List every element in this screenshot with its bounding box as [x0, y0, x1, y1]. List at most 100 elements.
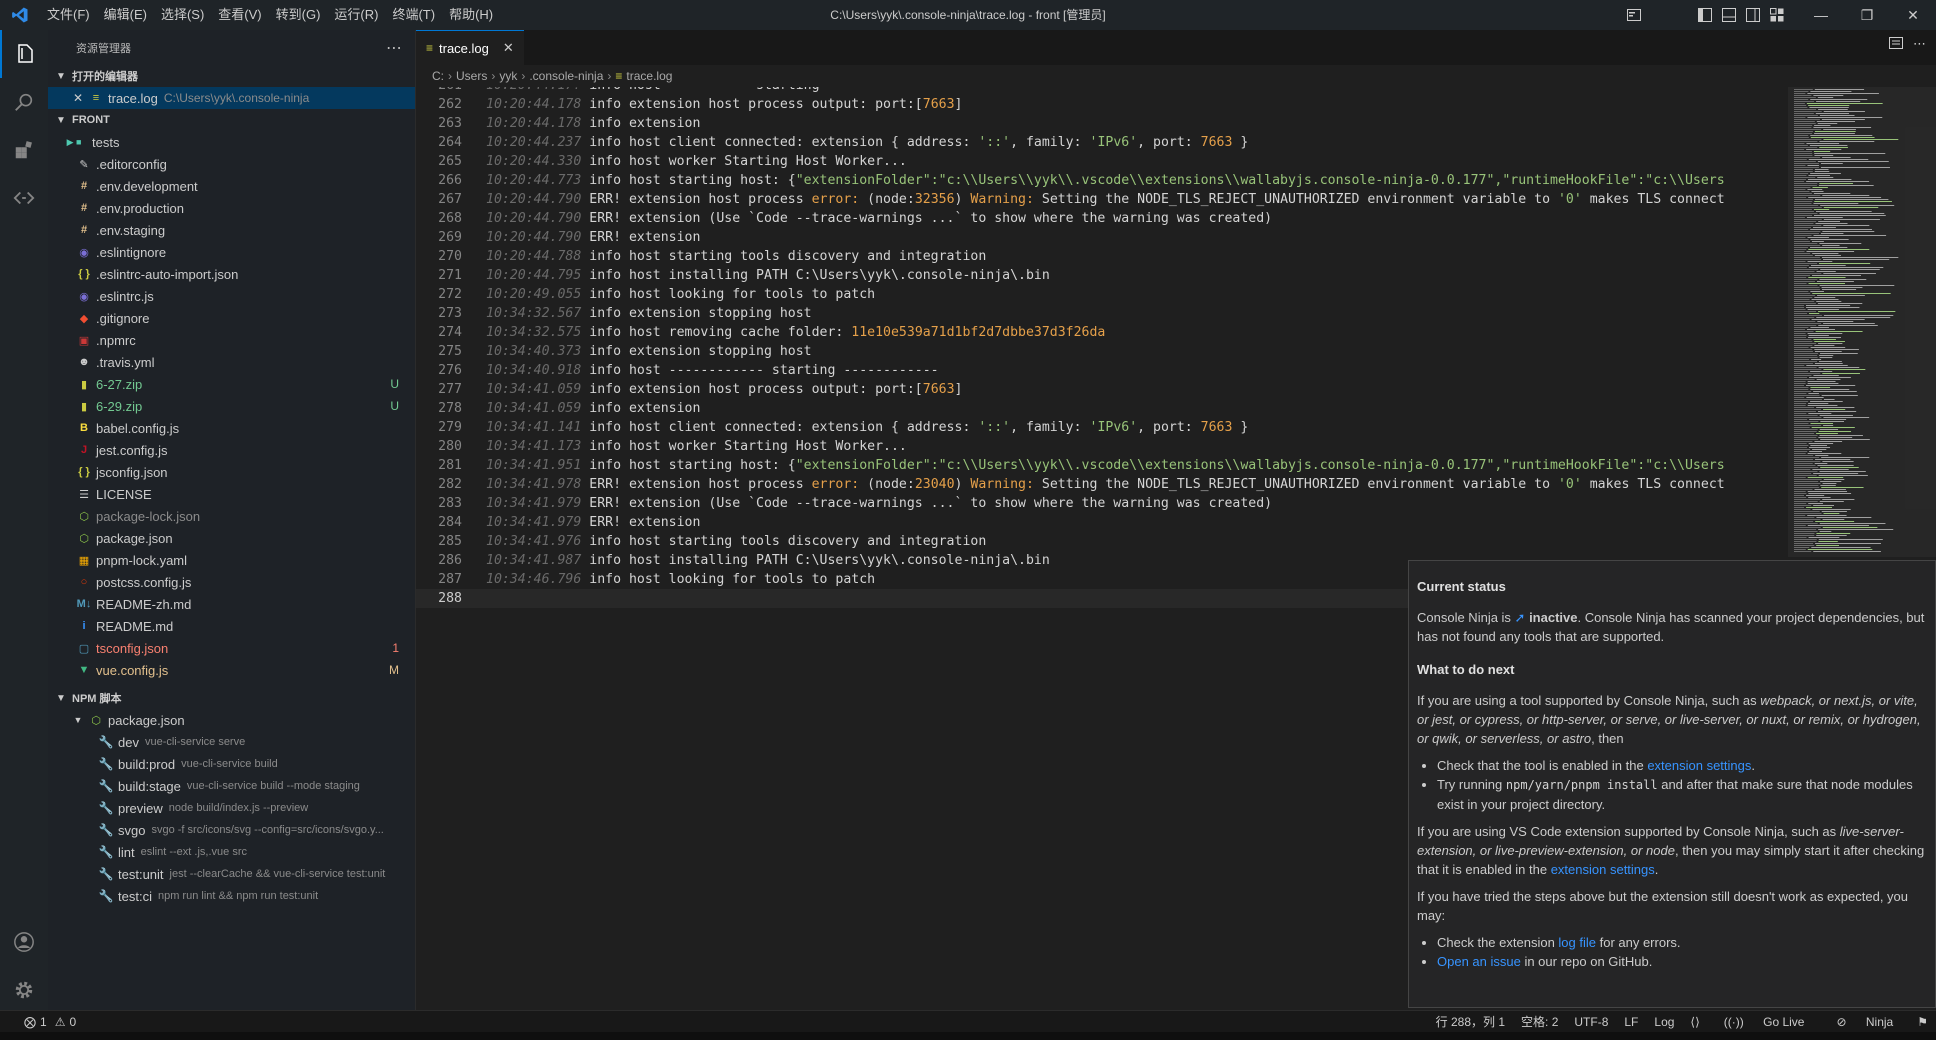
tab-trace-log[interactable]: ≡ trace.log ✕	[416, 30, 524, 65]
minimap[interactable]	[1788, 87, 1936, 557]
file-item[interactable]: ◆ .gitignore	[48, 307, 415, 329]
file-item[interactable]: ✎ .editorconfig	[48, 153, 415, 175]
menu-go[interactable]: 转到(G)	[269, 0, 328, 30]
problems-indicator[interactable]: ⨂ 1 ⚠ 0	[0, 1015, 76, 1029]
end-of-line[interactable]: LF	[1616, 1015, 1646, 1029]
minimap-line	[1794, 211, 1814, 212]
ninja-status-button[interactable]: ⊘ Ninja	[1820, 1015, 1909, 1029]
breadcrumb-item[interactable]: yyk	[499, 69, 517, 83]
toggle-primary-sidebar-icon[interactable]	[1694, 4, 1716, 26]
language-mode[interactable]: Log	[1646, 1015, 1682, 1029]
file-item[interactable]: Jjest.config.js	[48, 439, 415, 461]
file-item[interactable]: ○ postcss.config.js	[48, 571, 415, 593]
file-item[interactable]: ◉ .eslintrc.js	[48, 285, 415, 307]
minimap-line	[1794, 399, 1822, 400]
menu-help[interactable]: 帮助(H)	[442, 0, 500, 30]
cursor-position[interactable]: 行 288，列 1	[1428, 1013, 1513, 1030]
file-item[interactable]: ⬡ package.json	[48, 527, 415, 549]
file-item[interactable]: i README.md	[48, 615, 415, 637]
npm-script-item[interactable]: 🔧 preview node build/index.js --preview	[48, 797, 415, 819]
accounts-badge-icon[interactable]	[1623, 4, 1645, 26]
open-editor-item[interactable]: ✕ ≡ trace.log C:\Users\yyk\.console-ninj…	[48, 87, 415, 109]
file-item[interactable]: ▣ .npmrc	[48, 329, 415, 351]
menu-run[interactable]: 运行(R)	[327, 0, 385, 30]
menu-file[interactable]: 文件(F)	[40, 0, 97, 30]
file-item[interactable]: ▮ 6-29.zip U	[48, 395, 415, 417]
project-header[interactable]: ▼ FRONT	[48, 109, 415, 131]
menu-terminal[interactable]: 终端(T)	[385, 0, 442, 30]
menu-view[interactable]: 查看(V)	[211, 0, 268, 30]
minimap-line	[1818, 437, 1853, 438]
go-live-button[interactable]: ((·)) Go Live	[1708, 1015, 1821, 1029]
npm-package-item[interactable]: ▼ ⬡ package.json	[48, 709, 415, 731]
minimap-line	[1822, 195, 1870, 196]
npm-script-item[interactable]: 🔧 svgo svgo -f src/icons/svg --config=src/…	[48, 819, 415, 841]
encoding[interactable]: UTF-8	[1566, 1015, 1616, 1029]
extensions-icon[interactable]	[0, 126, 48, 174]
open-preview-icon[interactable]	[1889, 36, 1903, 53]
explorer-icon[interactable]	[0, 30, 48, 78]
file-item[interactable]: ◉ .eslintignore	[48, 241, 415, 263]
log-file-link[interactable]: log file	[1558, 935, 1596, 950]
file-item[interactable]: { } jsconfig.json	[48, 461, 415, 483]
open-issue-link[interactable]: Open an issue	[1437, 954, 1521, 969]
npm-script-item[interactable]: 🔧 test:ci npm run lint && npm run test:uni…	[48, 885, 415, 907]
search-icon[interactable]	[0, 78, 48, 126]
file-item[interactable]: # .env.development	[48, 175, 415, 197]
restore-icon[interactable]: ❐	[1844, 0, 1890, 30]
eslint-icon: ◉	[79, 290, 89, 303]
toggle-secondary-sidebar-icon[interactable]	[1742, 4, 1764, 26]
file-item[interactable]: M↓ README-zh.md	[48, 593, 415, 615]
editor-more-icon[interactable]: ⋯	[1913, 36, 1926, 53]
indentation[interactable]: 空格: 2	[1513, 1013, 1566, 1030]
file-item[interactable]: ⬡ package-lock.json	[48, 505, 415, 527]
npm-script-item[interactable]: 🔧 build:prod vue-cli-service build	[48, 753, 415, 775]
file-item[interactable]: # .env.production	[48, 197, 415, 219]
notifications-bell-icon[interactable]: ⚑	[1909, 1015, 1936, 1029]
file-item[interactable]: ☰ LICENSE	[48, 483, 415, 505]
file-item[interactable]: ▼ vue.config.js M	[48, 659, 415, 681]
settings-gear-icon[interactable]	[0, 966, 48, 1014]
npm-script-item[interactable]: 🔧 dev vue-cli-service serve	[48, 731, 415, 753]
minimap-line	[1794, 529, 1817, 530]
minimap-line	[1816, 433, 1838, 434]
minimap-line	[1794, 335, 1807, 336]
more-actions-icon[interactable]: ⋯	[386, 38, 403, 58]
extension-settings-link[interactable]: extension settings	[1551, 862, 1655, 877]
folder-item[interactable]: ▶ ■ tests	[48, 131, 415, 153]
minimap-line	[1823, 479, 1845, 480]
file-item[interactable]: { } .eslintrc-auto-import.json	[48, 263, 415, 285]
npm-script-item[interactable]: 🔧 build:stage vue-cli-service build --mode…	[48, 775, 415, 797]
breadcrumb-item[interactable]: trace.log	[626, 69, 672, 83]
log-timestamp: 10:34:32.575	[486, 325, 582, 340]
remote-explorer-icon[interactable]	[0, 174, 48, 222]
file-item[interactable]: ▮ 6-27.zip U	[48, 373, 415, 395]
file-item[interactable]: ▦ pnpm-lock.yaml	[48, 549, 415, 571]
npm-scripts-header[interactable]: ▼ NPM 脚本	[48, 687, 415, 709]
breadcrumb-item[interactable]: .console-ninja	[529, 69, 603, 83]
file-item[interactable]: Bbabel.config.js	[48, 417, 415, 439]
close-tab-icon[interactable]: ✕	[503, 40, 514, 56]
braces-icon[interactable]: ⟨⟩	[1682, 1015, 1707, 1029]
toggle-panel-icon[interactable]	[1718, 4, 1740, 26]
minimap-line	[1818, 367, 1860, 368]
file-item[interactable]: ▢ tsconfig.json 1	[48, 637, 415, 659]
accounts-icon[interactable]	[0, 918, 48, 966]
breadcrumb-item[interactable]: Users	[456, 69, 487, 83]
close-window-icon[interactable]: ✕	[1890, 0, 1936, 30]
minimap-line	[1794, 311, 1817, 312]
token: info host ------------ starting --------…	[589, 363, 939, 378]
customize-layout-icon[interactable]	[1766, 4, 1788, 26]
file-item[interactable]: ☻ .travis.yml	[48, 351, 415, 373]
menu-edit[interactable]: 编辑(E)	[97, 0, 154, 30]
close-icon[interactable]: ✕	[70, 91, 86, 105]
breadcrumb-item[interactable]: C:	[432, 69, 444, 83]
open-editors-header[interactable]: ▼ 打开的编辑器	[48, 65, 415, 87]
file-item[interactable]: # .env.staging	[48, 219, 415, 241]
minimize-icon[interactable]: —	[1798, 0, 1844, 30]
menu-selection[interactable]: 选择(S)	[154, 0, 211, 30]
npm-script-item[interactable]: 🔧 test:unit jest --clearCache && vue-cli-s…	[48, 863, 415, 885]
npm-script-item[interactable]: 🔧 lint eslint --ext .js,.vue src	[48, 841, 415, 863]
log-timestamp: 10:20:44.790	[486, 230, 582, 245]
extension-settings-link[interactable]: extension settings	[1647, 758, 1751, 773]
